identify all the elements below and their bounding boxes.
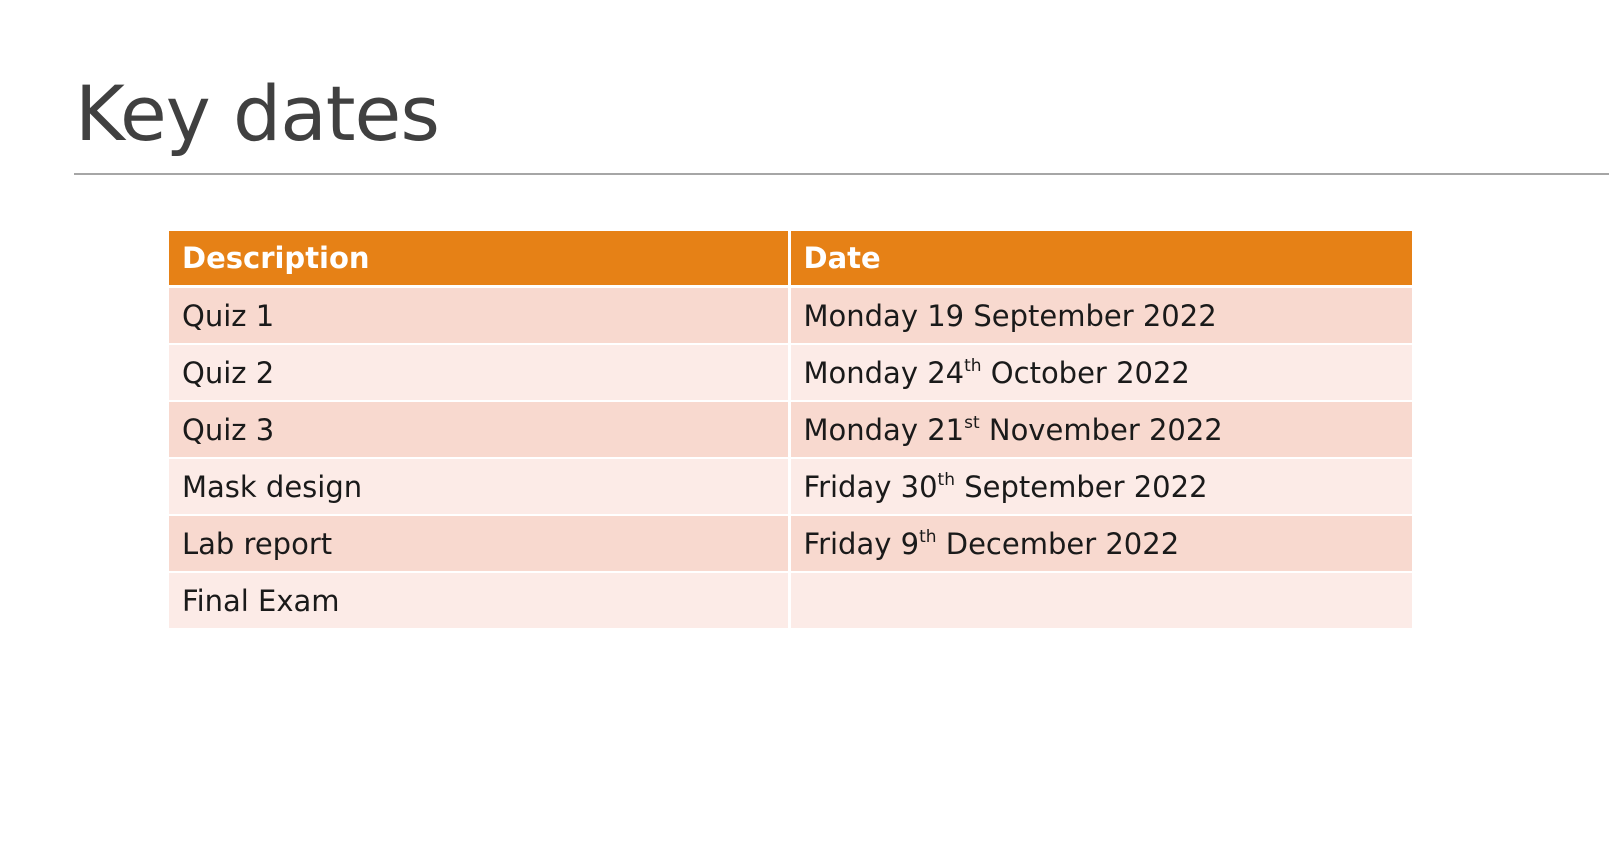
date-number: 24 (927, 355, 965, 390)
date-day: Monday (803, 355, 919, 390)
date-month-year: December 2022 (945, 526, 1180, 561)
date-ordinal-suffix: st (964, 412, 980, 433)
date-day: Friday (803, 526, 892, 561)
date-number: 21 (927, 412, 965, 447)
column-header-date: Date (787, 231, 1412, 288)
table-row: Quiz 3 Monday 21st November 2022 (169, 400, 1412, 458)
table-row: Mask design Friday 30th September 2022 (169, 457, 1412, 515)
date-cell: Monday 21st November 2022 (787, 400, 1412, 458)
date-ordinal-suffix: th (937, 469, 955, 490)
date-ordinal-suffix: th (964, 355, 982, 376)
description-cell: Quiz 1 (169, 285, 789, 344)
date-number: 9 (900, 526, 920, 561)
description-cell: Final Exam (169, 571, 789, 628)
table-header-row: Description Date (169, 231, 1412, 288)
date-ordinal-suffix: th (919, 526, 937, 547)
date-number: 30 (900, 469, 938, 504)
title-divider (74, 173, 1609, 175)
date-cell: Monday 19 September 2022 (787, 285, 1412, 344)
key-dates-table: Description Date Quiz 1 Monday 19 Septem… (169, 231, 1412, 628)
date-cell (787, 571, 1412, 628)
date-cell: Friday 9th December 2022 (787, 514, 1412, 572)
table-row: Lab report Friday 9th December 2022 (169, 514, 1412, 572)
table-row: Quiz 2 Monday 24th October 2022 (169, 343, 1412, 401)
description-cell: Mask design (169, 457, 789, 515)
date-month-year: September 2022 (973, 298, 1217, 333)
date-day: Friday (803, 469, 892, 504)
date-day: Monday (803, 298, 919, 333)
description-cell: Lab report (169, 514, 789, 572)
description-cell: Quiz 3 (169, 400, 789, 458)
date-cell: Monday 24th October 2022 (787, 343, 1412, 401)
date-month-year: October 2022 (990, 355, 1190, 390)
date-day: Monday (803, 412, 919, 447)
table-row: Final Exam (169, 571, 1412, 628)
column-header-description: Description (169, 231, 789, 288)
date-month-year: November 2022 (988, 412, 1223, 447)
date-cell: Friday 30th September 2022 (787, 457, 1412, 515)
slide-title: Key dates (75, 69, 440, 158)
date-number: 19 (927, 298, 965, 333)
date-month-year: September 2022 (964, 469, 1208, 504)
table-row: Quiz 1 Monday 19 September 2022 (169, 285, 1412, 344)
description-cell: Quiz 2 (169, 343, 789, 401)
